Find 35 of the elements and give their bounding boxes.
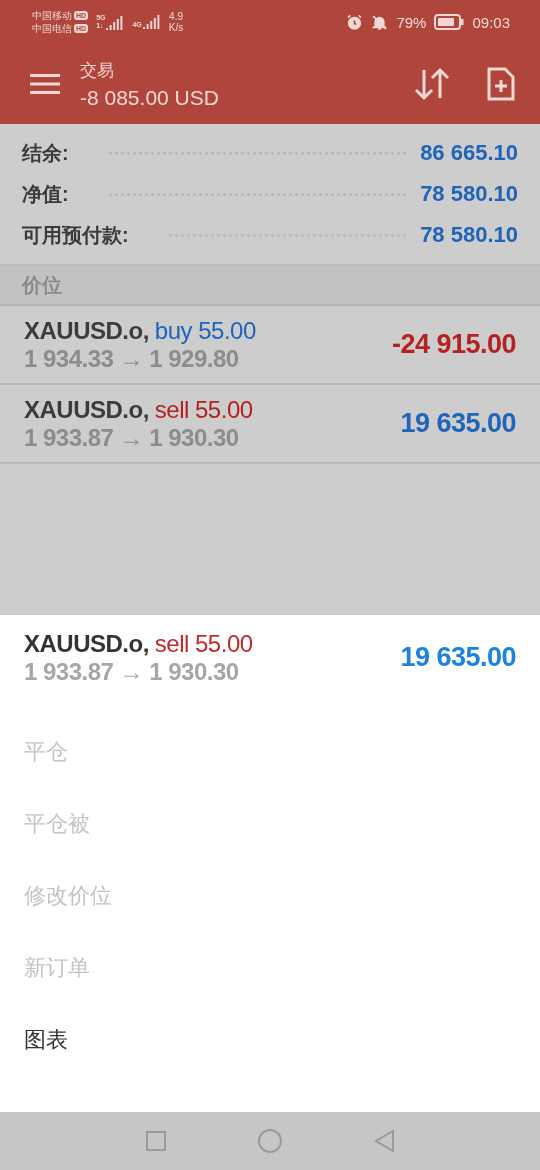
profit-value: 19 635.00: [400, 642, 516, 673]
price-change: 1 933.87 → 1 930.30: [24, 424, 240, 452]
clock-time: 09:03: [472, 13, 510, 31]
order-volume: sell 55.00: [154, 395, 253, 424]
order-volume: buy 55.00: [154, 316, 256, 345]
summary-label: 结余:: [22, 140, 69, 166]
summary-label: 可用预付款:: [22, 222, 129, 248]
summary-value: 78 580.10: [420, 222, 518, 248]
signal-icon: [106, 16, 125, 30]
carrier-name: 中国电信: [32, 23, 72, 34]
battery-percent: 79%: [396, 13, 427, 31]
price-change: 1 934.33 → 1 929.80: [24, 345, 240, 373]
price-change: 1 933.87 → 1 930.30: [24, 658, 240, 686]
network-speed: 4.9: [169, 11, 183, 22]
carrier-name: 中国移动: [32, 10, 72, 21]
position-row[interactable]: XAUUSD.o, sell 55.00 1 933.87 → 1 930.30 19 635.00: [0, 385, 540, 464]
symbol-text: XAUUSD.o,: [24, 395, 149, 424]
summary-value: 78 580.10: [420, 181, 518, 207]
menu-item[interactable]: 图表: [0, 1004, 540, 1076]
order-volume: sell 55.00: [154, 629, 253, 658]
alarm-clock-icon: [346, 13, 364, 31]
screen-title: 交易: [80, 59, 115, 82]
section-title: 价位: [22, 272, 62, 298]
profit-value: 19 635.00: [400, 408, 516, 439]
symbol-text: XAUUSD.o,: [24, 316, 149, 345]
bell-off-icon: [371, 13, 389, 31]
balance-text: -8 085.00 USD: [80, 85, 220, 110]
symbol-text: XAUUSD.o,: [24, 629, 149, 658]
signal-icon: [142, 15, 161, 29]
summary-value: 86 665.10: [420, 140, 518, 166]
network-speed: K/s: [168, 22, 184, 33]
profit-value: -24 915.00: [391, 329, 516, 360]
position-row[interactable]: XAUUSD.o, buy 55.00 1 934.33 → 1 929.80 -24 915.00: [0, 306, 540, 385]
battery-icon: [434, 14, 465, 30]
summary-label: 净值:: [22, 181, 69, 207]
